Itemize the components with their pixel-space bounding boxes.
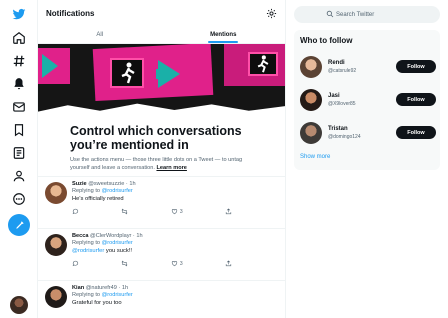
promo-image (38, 44, 285, 118)
lists-icon[interactable] (9, 143, 29, 163)
reply-button[interactable] (72, 260, 79, 267)
follow-button[interactable]: Follow (396, 93, 436, 106)
user-handle: @catsrule92 (328, 68, 357, 74)
share-icon (225, 208, 232, 215)
tweet-text-body: you suck!! (104, 248, 133, 254)
main-column: Notifications All Mentions Control which… (38, 0, 286, 318)
retweet-icon (122, 260, 128, 267)
tab-mentions[interactable]: Mentions (162, 26, 286, 43)
share-button[interactable] (225, 260, 232, 267)
mention-link[interactable]: @rodrisurfer (72, 248, 104, 254)
follow-suggestion[interactable]: Tristan @domingo124 Follow (300, 122, 436, 146)
promo-title: Control which conversations you’re menti… (70, 124, 242, 152)
search-icon (326, 10, 334, 18)
heart-icon (171, 261, 177, 267)
search-placeholder: Search Twitter (336, 11, 375, 18)
user-handle: @domingo124 (328, 134, 361, 140)
author-name[interactable]: Kian (72, 285, 84, 291)
compose-button[interactable] (8, 214, 30, 236)
avatar[interactable] (45, 234, 67, 256)
gear-icon[interactable] (266, 8, 277, 19)
promo-card: Control which conversations you’re menti… (38, 118, 285, 176)
follow-suggestion[interactable]: Rendi @catsrule92 Follow (300, 56, 436, 80)
left-nav (0, 0, 38, 318)
user-handle: @X9lover85 (328, 101, 356, 107)
author-name[interactable]: Suzie (72, 181, 87, 187)
avatar[interactable] (45, 182, 67, 204)
who-to-follow-title: Who to follow (300, 36, 353, 45)
like-button[interactable]: 3 (171, 208, 183, 215)
header: Notifications (38, 0, 285, 26)
compose-icon (15, 220, 24, 229)
reply-button[interactable] (72, 208, 79, 215)
user-name[interactable]: Tristan (328, 126, 348, 132)
learn-more-link[interactable]: Learn more (156, 165, 186, 171)
retweet-button[interactable] (121, 208, 128, 215)
who-to-follow-panel: Who to follow Rendi @catsrule92 Follow J… (294, 30, 440, 170)
like-count: 3 (179, 208, 183, 215)
page-title: Notifications (46, 8, 95, 18)
tab-all[interactable]: All (38, 26, 162, 43)
user-name[interactable]: Jasi (328, 93, 340, 99)
timestamp: 1h (129, 181, 136, 187)
replying-label: Replying to (72, 188, 100, 194)
avatar[interactable] (300, 89, 322, 111)
tweet-actions: 3 (72, 208, 232, 215)
follow-suggestion[interactable]: Jasi @X9lover85 Follow (300, 89, 436, 113)
author-name[interactable]: Becca (72, 233, 88, 239)
retweet-icon (122, 208, 128, 215)
avatar[interactable] (300, 56, 322, 78)
twitter-logo-icon[interactable] (9, 4, 29, 24)
heart-icon (171, 209, 177, 215)
follow-button[interactable]: Follow (396, 60, 436, 73)
mention-link[interactable]: @rodrisurfer (102, 240, 133, 246)
tweet-actions: 3 (72, 260, 232, 267)
tweet-text: He's officially retired (72, 196, 124, 202)
mention-link[interactable]: @rodrisurfer (102, 292, 133, 298)
bookmarks-icon[interactable] (9, 120, 29, 140)
notification-tabs: All Mentions (38, 26, 285, 44)
reply-icon (72, 260, 79, 267)
profile-icon[interactable] (9, 166, 29, 186)
timestamp: 1h (121, 285, 129, 291)
tweet-text: Grateful for you too (72, 300, 122, 306)
author-handle: @ClerWordplayr (90, 233, 132, 239)
explore-icon[interactable] (9, 51, 29, 71)
timestamp: 1h (136, 233, 143, 239)
more-icon[interactable] (9, 189, 29, 209)
messages-icon[interactable] (9, 97, 29, 117)
right-sidebar: Search Twitter Who to follow Rendi @cats… (286, 0, 448, 318)
author-handle: @sweetsuzzie (88, 181, 125, 187)
home-icon[interactable] (9, 28, 29, 48)
share-icon (225, 260, 232, 267)
replying-label: Replying to (72, 240, 100, 246)
author-handle: @naturefr49 (85, 285, 117, 291)
promo-body: Use the actions menu — those three littl… (70, 156, 253, 172)
avatar[interactable] (300, 122, 322, 144)
mention-link[interactable]: @rodrisurfer (102, 188, 133, 194)
share-button[interactable] (225, 208, 232, 215)
show-more-link[interactable]: Show more (300, 154, 330, 160)
replying-label: Replying to (72, 292, 100, 298)
like-count: 3 (179, 260, 183, 267)
user-name[interactable]: Rendi (328, 60, 345, 66)
reply-icon (72, 208, 79, 215)
notification-item[interactable]: Becca @ClerWordplayr · 1h Replying to @r… (38, 228, 285, 280)
like-button[interactable]: 3 (171, 260, 183, 267)
search-input[interactable]: Search Twitter (294, 6, 440, 23)
account-avatar[interactable] (10, 296, 28, 314)
notifications-icon[interactable] (9, 74, 29, 94)
notification-item[interactable]: Kian @naturefr49 · 1h Replying to @rodri… (38, 280, 285, 318)
follow-button[interactable]: Follow (396, 126, 436, 139)
tweet-text: @rodrisurfer you suck!! (72, 247, 277, 255)
notification-item[interactable]: Suzie @sweetsuzzie · 1h Replying to @rod… (38, 176, 285, 228)
retweet-button[interactable] (121, 260, 128, 267)
avatar[interactable] (45, 286, 67, 308)
